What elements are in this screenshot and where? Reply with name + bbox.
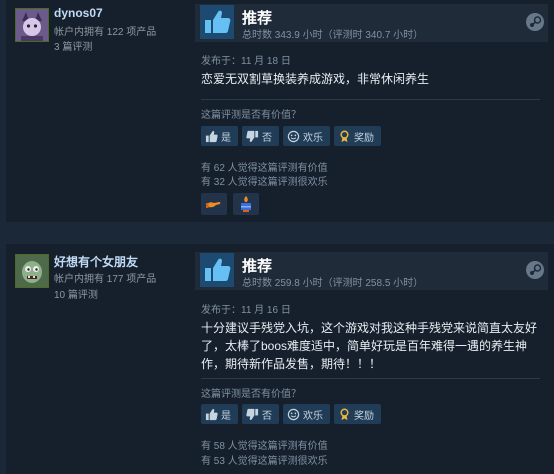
vote-buttons: 是 否 欢乐 奖励 <box>201 126 381 146</box>
award-button[interactable]: 奖励 <box>334 404 381 424</box>
username[interactable]: dynos07 <box>54 6 103 20</box>
posted-date: 发布于：11 月 16 日 <box>201 305 291 316</box>
award-hand-icon[interactable] <box>201 193 227 215</box>
vote-no-label: 否 <box>262 410 272 422</box>
vote-funny-label: 欢乐 <box>303 410 323 422</box>
funny-count: 有 32 人觉得这篇评测很欢乐 <box>201 177 328 188</box>
vote-funny-button[interactable]: 欢乐 <box>283 126 330 146</box>
reviewer-info: 好想有个女朋友 帐户内拥有 177 项产品 10 篇评测 <box>6 244 186 474</box>
helpful-count: 有 58 人觉得这篇评测有价值 <box>201 441 328 452</box>
review-count[interactable]: 10 篇评测 <box>54 286 98 301</box>
review-text: 十分建议手残党入坑，这个游戏对我这种手残党来说简直太友好了，太棒了boos难度适… <box>201 321 538 371</box>
vote-yes-button[interactable]: 是 <box>201 126 238 146</box>
award-label: 奖励 <box>354 132 374 144</box>
review-content: 推荐 总时数 343.9 小时（评测时 340.7 小时） 发布于：11 月 1… <box>189 0 554 222</box>
products-owned[interactable]: 帐户内拥有 177 项产品 <box>54 270 156 285</box>
review-header[interactable]: 推荐 总时数 343.9 小时（评测时 340.7 小时） <box>195 4 548 42</box>
thumbs-up-icon <box>200 253 234 287</box>
divider <box>201 99 540 100</box>
review-text: 恋爱无双割草换装养成游戏，非常休闲养生 <box>201 72 430 86</box>
vote-no-button[interactable]: 否 <box>242 126 279 146</box>
helpful-question: 这篇评测是否有价值？ <box>201 389 301 400</box>
review-count[interactable]: 3 篇评测 <box>54 38 92 53</box>
award-button[interactable]: 奖励 <box>334 126 381 146</box>
steam-icon <box>526 261 544 279</box>
reviewer-info: dynos07 帐户内拥有 122 项产品 3 篇评测 <box>6 0 186 222</box>
thumbs-down-icon <box>246 408 259 420</box>
award-icon <box>340 130 349 142</box>
playtime: 总时数 259.8 小时（评测时 258.5 小时） <box>242 278 424 289</box>
vote-funny-label: 欢乐 <box>303 132 323 144</box>
thumbs-up-icon <box>200 5 234 39</box>
smiley-icon <box>287 130 300 142</box>
recommendation-label: 推荐 <box>242 10 273 27</box>
review-card: 好想有个女朋友 帐户内拥有 177 项产品 10 篇评测 推荐 总时数 259.… <box>6 244 554 474</box>
steam-icon <box>526 13 544 31</box>
vote-no-label: 否 <box>262 132 272 144</box>
award-label: 奖励 <box>354 410 374 422</box>
thumbs-up-icon <box>205 408 218 420</box>
review-header[interactable]: 推荐 总时数 259.8 小时（评测时 258.5 小时） <box>195 252 548 290</box>
avatar[interactable] <box>15 8 49 42</box>
vote-yes-label: 是 <box>221 410 231 422</box>
recommendation-label: 推荐 <box>242 258 273 275</box>
posted-date: 发布于：11 月 18 日 <box>201 56 291 67</box>
helpful-count: 有 62 人觉得这篇评测有价值 <box>201 163 328 174</box>
review-card: dynos07 帐户内拥有 122 项产品 3 篇评测 推荐 总时数 343.9… <box>6 0 554 222</box>
award-icon <box>340 408 349 420</box>
review-content: 推荐 总时数 259.8 小时（评测时 258.5 小时） 发布于：11 月 1… <box>189 244 554 474</box>
thumbs-down-icon <box>246 130 259 142</box>
divider <box>201 378 540 379</box>
products-owned[interactable]: 帐户内拥有 122 项产品 <box>54 23 156 38</box>
helpful-question: 这篇评测是否有价值？ <box>201 110 301 121</box>
vote-yes-button[interactable]: 是 <box>201 404 238 424</box>
award-trophy-icon[interactable] <box>233 193 259 215</box>
received-awards <box>201 193 259 215</box>
smiley-icon <box>287 408 300 420</box>
funny-count: 有 53 人觉得这篇评测很欢乐 <box>201 456 328 467</box>
vote-funny-button[interactable]: 欢乐 <box>283 404 330 424</box>
playtime: 总时数 343.9 小时（评测时 340.7 小时） <box>242 30 424 41</box>
username[interactable]: 好想有个女朋友 <box>54 253 138 270</box>
vote-buttons: 是 否 欢乐 奖励 <box>201 404 381 424</box>
thumbs-up-icon <box>205 130 218 142</box>
vote-no-button[interactable]: 否 <box>242 404 279 424</box>
vote-yes-label: 是 <box>221 132 231 144</box>
avatar[interactable] <box>15 254 49 288</box>
